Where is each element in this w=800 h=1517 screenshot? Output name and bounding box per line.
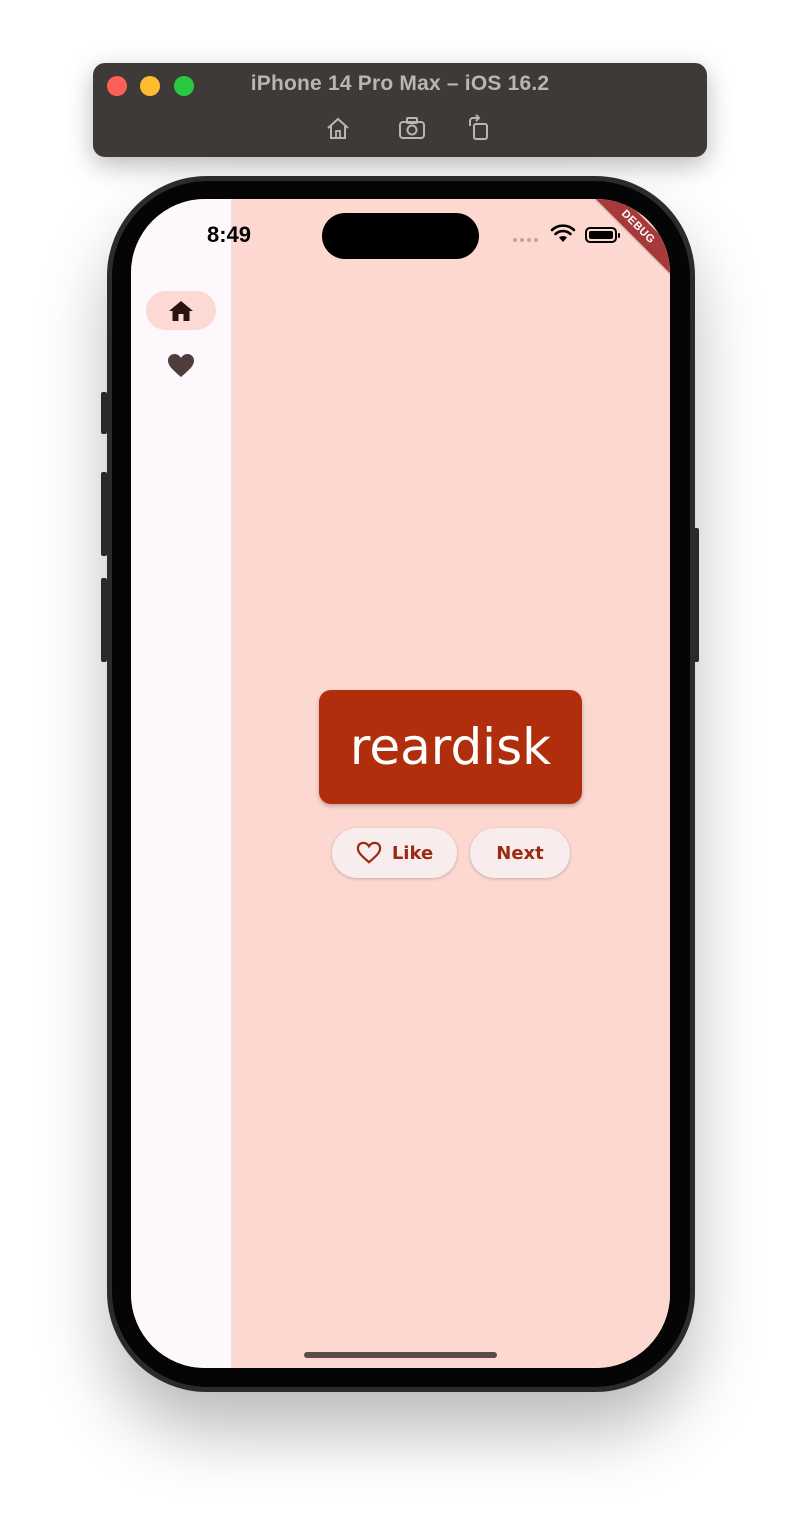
dynamic-island	[322, 213, 479, 259]
status-time: 8:49	[207, 222, 252, 247]
like-button-label: Like	[391, 842, 434, 864]
nav-rail-item-home[interactable]	[146, 291, 216, 330]
favorite-border-icon	[356, 841, 382, 864]
simulator-title: iPhone 14 Pro Max – iOS 16.2	[250, 72, 550, 95]
simulator-rotate-button[interactable]	[465, 114, 493, 142]
nav-rail-item-favorites[interactable]	[146, 346, 216, 385]
rotate-icon	[469, 114, 488, 140]
word-text: reardisk	[349, 718, 552, 776]
simulator-home-button[interactable]	[324, 114, 352, 142]
wifi-icon	[550, 224, 576, 242]
word-card: reardisk	[319, 690, 582, 804]
screenshot-icon	[399, 117, 425, 139]
next-button[interactable]: Next	[470, 828, 570, 878]
home-icon	[327, 117, 349, 139]
battery-icon	[585, 227, 620, 243]
home-icon	[169, 300, 193, 321]
app-screen: 8:49 DEBUG reardisk Like Next	[131, 199, 670, 1368]
simulator-screenshot-button[interactable]	[397, 114, 427, 142]
favorite-icon	[168, 353, 194, 377]
navigation-rail	[131, 199, 231, 1368]
cellular-signal-icon	[513, 238, 538, 242]
next-button-label: Next	[496, 842, 544, 864]
like-button[interactable]: Like	[332, 828, 457, 878]
home-indicator[interactable]	[304, 1352, 497, 1358]
